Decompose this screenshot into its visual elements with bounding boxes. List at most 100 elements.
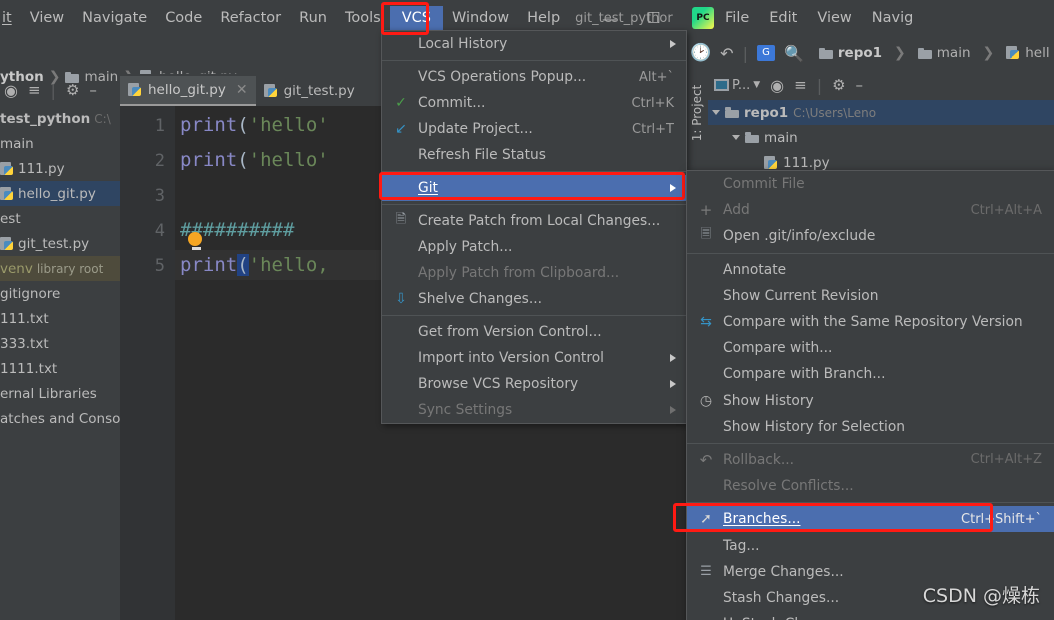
gear-icon[interactable]: ⚙	[66, 81, 79, 99]
maximize-button[interactable]: ☐	[647, 9, 660, 27]
git-menu-show-current-revision[interactable]: Show Current Revision	[687, 283, 1054, 309]
git-menu-rollback[interactable]: ↶ Rollback... Ctrl+Alt+Z	[687, 447, 1054, 473]
tree-row-333-txt[interactable]: 333.txt	[0, 331, 120, 356]
translate-icon[interactable]: G	[756, 45, 775, 61]
editor-tab-hello-git[interactable]: hello_git.py ✕	[120, 76, 256, 106]
submenu-arrow-icon	[670, 40, 676, 48]
history-clock-icon[interactable]: 🕑	[690, 43, 711, 63]
git-menu-open-exclude[interactable]: 🗏 Open .git/info/exclude	[687, 223, 1054, 249]
git-submenu[interactable]: Commit File + Add Ctrl+Alt+A 🗏 Open .git…	[673, 170, 1054, 620]
tree-row-test-python[interactable]: test_python C:\	[0, 106, 120, 131]
menu-item-code[interactable]: Code	[156, 6, 211, 30]
menu-get-from-version-control[interactable]: Get from Version Control...	[382, 319, 686, 345]
minimize-icon[interactable]: –	[856, 76, 864, 94]
collapse-all-icon[interactable]: ≡	[794, 76, 807, 94]
menu-vcs-operations-popup[interactable]: VCS Operations Popup... Alt+`	[382, 64, 686, 90]
menu-browse-vcs-repository[interactable]: Browse VCS Repository	[382, 371, 686, 397]
menu-shelve-changes[interactable]: ⇩ Shelve Changes...	[382, 286, 686, 312]
gear-icon[interactable]: ⚙	[832, 76, 845, 94]
menu-item-navigate[interactable]: Navigate	[73, 6, 156, 30]
menu-label: Navigate	[82, 10, 148, 26]
menu-local-history[interactable]: Local History	[382, 31, 686, 57]
menu-git[interactable]: Git	[382, 175, 686, 201]
git-menu-branches[interactable]: ➚ Branches... Ctrl+Shift+`	[687, 506, 1054, 533]
minimize-icon[interactable]: –	[89, 81, 97, 99]
collapse-all-icon[interactable]: ≡	[28, 81, 41, 99]
tree-label: 1111.txt	[0, 360, 58, 377]
undo-icon[interactable]: ↶	[720, 44, 733, 63]
right-menu-item-file[interactable]: File	[716, 6, 758, 30]
menu-apply-patch-clipboard[interactable]: Apply Patch from Clipboard...	[382, 260, 686, 286]
watermark: CSDN @燥栋	[922, 585, 1040, 607]
menu-item-refactor[interactable]: Refactor	[211, 6, 290, 30]
git-menu-compare-with[interactable]: Compare with...	[687, 335, 1054, 361]
vcs-dropdown-menu[interactable]: Local History VCS Operations Popup... Al…	[379, 30, 687, 424]
tree-row-111-txt[interactable]: 111.txt	[0, 306, 120, 331]
git-menu-add[interactable]: + Add Ctrl+Alt+A	[687, 197, 1054, 223]
menu-refresh-file-status[interactable]: Refresh File Status	[382, 142, 686, 168]
right-menu-item-edit[interactable]: Edit	[760, 6, 806, 30]
right-tree-row-main[interactable]: main	[708, 125, 1054, 150]
right-breadcrumb-file[interactable]: hell	[1006, 45, 1050, 61]
tree-row-external-libraries[interactable]: ernal Libraries	[0, 381, 120, 406]
crosshair-icon[interactable]: ◉	[770, 76, 784, 95]
git-menu-resolve-conflicts[interactable]: Resolve Conflicts...	[687, 473, 1054, 499]
git-menu-annotate[interactable]: Annotate	[687, 257, 1054, 283]
left-project-tree[interactable]: test_python C:\ main 111.py hello_git.py…	[0, 104, 120, 620]
close-icon[interactable]: ✕	[232, 82, 248, 98]
tree-row-111-py[interactable]: 111.py	[0, 156, 120, 181]
menu-sync-settings[interactable]: Sync Settings	[382, 397, 686, 423]
tree-row-main[interactable]: main	[0, 131, 120, 156]
tree-row-venv[interactable]: venv library root	[0, 256, 120, 281]
menu-item-window[interactable]: Window	[443, 6, 518, 30]
menu-commit[interactable]: ✓ Commit... Ctrl+K	[382, 90, 686, 116]
right-breadcrumb-repo1[interactable]: repo1	[818, 45, 882, 61]
right-tree-row-repo1[interactable]: repo1 C:\Users\Leno	[708, 100, 1054, 125]
chevron-down-icon[interactable]	[712, 110, 720, 115]
breadcrumb-separator: ❯	[894, 45, 906, 61]
right-tree-row-111-py[interactable]: 111.py	[708, 150, 1054, 170]
menu-item-tools[interactable]: Tools	[336, 6, 390, 30]
search-icon[interactable]: 🔍	[784, 44, 804, 63]
menu-item-help[interactable]: Help	[518, 6, 569, 30]
git-menu-compare-with-branch[interactable]: Compare with Branch...	[687, 361, 1054, 387]
git-menu-unstash-changes[interactable]: UnStash Changes	[687, 611, 1054, 620]
menu-apply-patch[interactable]: Apply Patch...	[382, 234, 686, 260]
update-arrow-icon: ↙	[395, 121, 407, 137]
maximize-icon: ☐	[647, 9, 661, 27]
intention-bulb-icon[interactable]	[188, 232, 204, 252]
git-menu-tag[interactable]: Tag...	[687, 532, 1054, 558]
crosshair-icon[interactable]: ◉	[4, 81, 18, 100]
git-menu-commit-file[interactable]: Commit File	[687, 171, 1054, 197]
minimize-button[interactable]: —	[602, 10, 617, 28]
right-menu-item-view[interactable]: View	[808, 6, 860, 30]
clock-icon: ◷	[699, 392, 713, 409]
tree-row-gitignore[interactable]: gitignore	[0, 281, 120, 306]
tree-row-1111-txt[interactable]: 1111.txt	[0, 356, 120, 381]
editor-gutter[interactable]: 1 2 3 4 5	[120, 106, 175, 620]
menu-item-view[interactable]: View	[21, 6, 73, 30]
tool-window-label-project[interactable]: 1: Project	[690, 80, 704, 146]
git-menu-show-history-selection[interactable]: Show History for Selection	[687, 414, 1054, 440]
right-menu-item-navigate[interactable]: Navig	[863, 6, 923, 30]
menu-label: Import into Version Control	[418, 350, 604, 366]
git-menu-show-history[interactable]: ◷ Show History	[687, 388, 1054, 414]
chevron-down-icon[interactable]	[732, 135, 740, 140]
menu-item-run[interactable]: Run	[290, 6, 336, 30]
editor-tab-git-test[interactable]: git_test.py	[256, 76, 363, 106]
tree-row-git-test-py[interactable]: git_test.py	[0, 231, 120, 256]
tree-row-est[interactable]: est	[0, 206, 120, 231]
project-view-selector[interactable]: P... ▼	[714, 78, 760, 93]
right-project-tree[interactable]: repo1 C:\Users\Leno main 111.py	[708, 100, 1054, 170]
right-breadcrumb-main[interactable]: main	[917, 45, 971, 61]
menu-import-into-version-control[interactable]: Import into Version Control	[382, 345, 686, 371]
menu-update-project[interactable]: ↙ Update Project... Ctrl+T	[382, 116, 686, 142]
menu-item-vcs[interactable]: VCS	[389, 6, 443, 30]
tree-row-scratches-consoles[interactable]: atches and Conso	[0, 406, 120, 431]
tree-row-hello-git-py[interactable]: hello_git.py	[0, 181, 120, 206]
menu-item-it[interactable]: it	[0, 6, 21, 30]
menu-create-patch[interactable]: 🗎 Create Patch from Local Changes...	[382, 208, 686, 234]
menu-label: Apply Patch from Clipboard...	[418, 265, 620, 281]
menu-label: View	[29, 10, 65, 26]
git-menu-compare-same-repo-version[interactable]: ⇆ Compare with the Same Repository Versi…	[687, 309, 1054, 335]
